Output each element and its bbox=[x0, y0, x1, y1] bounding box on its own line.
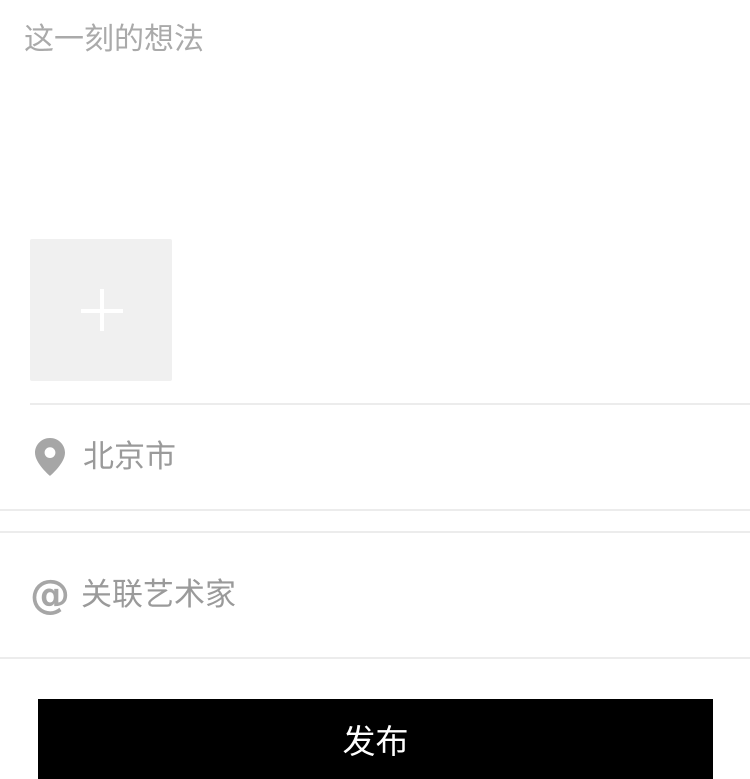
add-photo-button[interactable] bbox=[30, 239, 172, 381]
post-composer-page: 北京市 @ 关联艺术家 发布 bbox=[0, 0, 750, 779]
plus-icon-vertical bbox=[100, 289, 104, 331]
thought-input[interactable] bbox=[24, 14, 724, 214]
at-icon: @ bbox=[30, 572, 70, 618]
location-pin-icon bbox=[35, 438, 65, 476]
link-artist-row[interactable]: @ 关联艺术家 bbox=[0, 533, 750, 657]
divider-location bbox=[0, 509, 750, 511]
divider-artist-bottom bbox=[0, 657, 750, 659]
publish-button[interactable]: 发布 bbox=[38, 699, 713, 779]
location-row[interactable]: 北京市 bbox=[0, 405, 750, 509]
location-label: 北京市 bbox=[83, 439, 176, 475]
link-artist-label: 关联艺术家 bbox=[81, 577, 236, 613]
